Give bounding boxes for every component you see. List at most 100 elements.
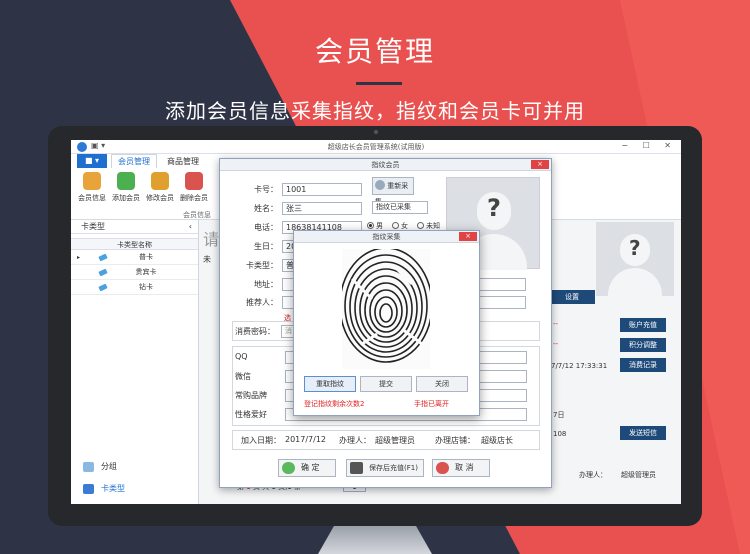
add-date-label: 加入日期： xyxy=(241,436,281,445)
footer-info: 加入日期： 2017/7/12 办理人： 超级管理员 办理店铺： 超级店长 xyxy=(232,430,540,450)
nav-group[interactable]: 分组 xyxy=(71,456,199,478)
confirm-button[interactable]: 确 定 xyxy=(278,459,336,477)
window-titlebar: ▣ ▾ 超级店长会员管理系统(试用版) − ☐ ✕ xyxy=(71,140,681,154)
store-label: 办理店铺： xyxy=(435,436,475,445)
hobby-label: 性格爱好 xyxy=(235,410,267,419)
operator-label: 办理人： xyxy=(339,436,371,445)
fingerprint-close-button[interactable]: × xyxy=(459,232,477,241)
birthday-label: 生日： xyxy=(254,242,278,251)
radio-dot-icon xyxy=(417,222,424,229)
window-title: 超级店长会员管理系统(试用版) xyxy=(327,143,425,151)
days-label: 7日 xyxy=(553,411,565,419)
gender-male-label: 男 xyxy=(376,222,383,230)
file-menu-tab[interactable]: ■ ▾ xyxy=(77,154,107,168)
card-type-name: 钻卡 xyxy=(139,283,153,291)
fingerprint-status: 指纹已采集 xyxy=(372,201,428,214)
unknown-avatar-icon: ? xyxy=(629,236,641,260)
settings-button[interactable]: 设置 xyxy=(549,290,595,304)
cancel-x-icon xyxy=(436,462,449,474)
purchase-history-button[interactable]: 消费记录 xyxy=(620,358,666,372)
check-icon xyxy=(282,462,295,474)
edit-member-button[interactable]: 修改会员 xyxy=(143,172,177,203)
add-member-button[interactable]: 添加会员 xyxy=(109,172,143,203)
card-type-panel-title: 卡类型 xyxy=(81,222,105,231)
add-user-icon xyxy=(117,172,135,190)
save-and-recharge-button[interactable]: 保存后充值(F1) xyxy=(346,459,424,477)
member-info-label: 会员信息 xyxy=(78,194,106,202)
table-row[interactable]: 钻卡 xyxy=(71,280,198,295)
points-adjust-button[interactable]: 积分调整 xyxy=(620,338,666,352)
card-type-name: 普卡 xyxy=(139,253,153,261)
dialog-title: 指纹会员 × xyxy=(220,159,551,171)
table-row[interactable]: 贵宾卡 xyxy=(71,265,198,280)
section-hint: 未 xyxy=(203,255,211,264)
tab-member-management[interactable]: 会员管理 xyxy=(111,154,157,168)
nav-group-label: 分组 xyxy=(101,462,117,471)
fingerprint-icon xyxy=(375,180,385,190)
cancel-label: 取 消 xyxy=(455,463,474,472)
wechat-label: 微信 xyxy=(235,372,251,381)
fingerprint-dialog-title: 指纹采集 × xyxy=(294,231,479,243)
delete-member-label: 删除会员 xyxy=(180,194,208,202)
name-label: 姓名： xyxy=(254,204,278,213)
send-sms-button[interactable]: 发送短信 xyxy=(620,426,666,440)
dialog-close-button[interactable]: × xyxy=(531,160,549,169)
unknown-avatar-icon: ? xyxy=(487,194,501,222)
red-dash-1: -- xyxy=(553,320,559,328)
banner-subtitle: 添加会员信息采集指纹，指纹和会员卡可并用 xyxy=(165,99,585,123)
window-controls[interactable]: − ☐ ✕ xyxy=(621,141,677,150)
card-type-column-header[interactable]: 卡类型名称 xyxy=(71,238,198,250)
red-dash-2: -- xyxy=(553,340,559,348)
member-info-button[interactable]: 会员信息 xyxy=(75,172,109,203)
delete-member-button[interactable]: 删除会员 xyxy=(177,172,211,203)
card-type-label: 卡类型： xyxy=(246,261,278,270)
cancel-button[interactable]: 取 消 xyxy=(432,459,490,477)
account-recharge-button[interactable]: 账户充值 xyxy=(620,318,666,332)
submit-fingerprint-button[interactable]: 提交 xyxy=(360,376,412,392)
dialog-title-text: 指纹会员 xyxy=(371,161,400,169)
delete-user-icon xyxy=(185,172,203,190)
qq-label: QQ xyxy=(235,352,248,361)
recollect-fingerprint-button[interactable]: 重新采集 xyxy=(372,177,414,206)
bg-operator-label: 办理人： xyxy=(579,471,607,479)
fingerprint-scan-icon xyxy=(342,249,430,363)
monitor-stand xyxy=(318,526,432,554)
table-row[interactable]: ▸ 普卡 xyxy=(71,250,198,265)
card-no-label: 卡号： xyxy=(254,185,278,194)
card-no-field[interactable]: 1001 xyxy=(282,183,362,196)
monitor-camera xyxy=(374,130,378,134)
confirm-label: 确 定 xyxy=(301,463,320,472)
gender-unknown-label: 未知 xyxy=(426,222,440,230)
phone-label: 电话： xyxy=(254,223,278,232)
tab-goods-management[interactable]: 商品管理 xyxy=(167,156,199,167)
close-fingerprint-button[interactable]: 关闭 xyxy=(416,376,468,392)
edit-user-icon xyxy=(151,172,169,190)
name-field[interactable]: 张三 xyxy=(282,202,362,215)
last-visit-time: 7/7/12 17:33:31 xyxy=(551,362,608,370)
remaining-attempts-note: 登记指纹剩余次数2 xyxy=(304,400,365,408)
fingerprint-capture-dialog: 指纹采集 × 重取指纹 提交 关闭 登记指纹剩余次数2 手指已离开 xyxy=(293,230,480,416)
phone-tail: 108 xyxy=(553,430,567,438)
bg-operator-value: 超级管理员 xyxy=(621,471,656,479)
add-member-label: 添加会员 xyxy=(112,194,140,202)
card-icon xyxy=(83,484,94,494)
finger-status-note: 手指已离开 xyxy=(414,400,449,408)
avatar-body-shape xyxy=(608,268,662,296)
radio-dot-icon xyxy=(367,222,374,229)
row-pointer-icon: ▸ xyxy=(77,254,81,261)
brand-label: 常购品牌 xyxy=(235,391,267,400)
operator-value: 超级管理员 xyxy=(375,436,415,445)
fingerprint-scan-image xyxy=(342,249,430,369)
password-label: 消费密码： xyxy=(235,327,275,336)
add-date-value: 2017/7/12 xyxy=(285,435,327,444)
nav-card-type-label: 卡类型 xyxy=(101,484,125,493)
card-type-name: 贵宾卡 xyxy=(135,268,157,276)
member-avatar: ? xyxy=(596,222,674,296)
card-type-panel-header: 卡类型 ‹ xyxy=(71,220,198,234)
store-value: 超级店长 xyxy=(481,436,513,445)
collapse-chevron-icon[interactable]: ‹ xyxy=(189,220,192,234)
radio-dot-icon xyxy=(392,222,399,229)
recapture-fingerprint-button[interactable]: 重取指纹 xyxy=(304,376,356,392)
nav-card-type[interactable]: 卡类型 xyxy=(71,478,199,500)
address-label: 地址： xyxy=(254,280,278,289)
